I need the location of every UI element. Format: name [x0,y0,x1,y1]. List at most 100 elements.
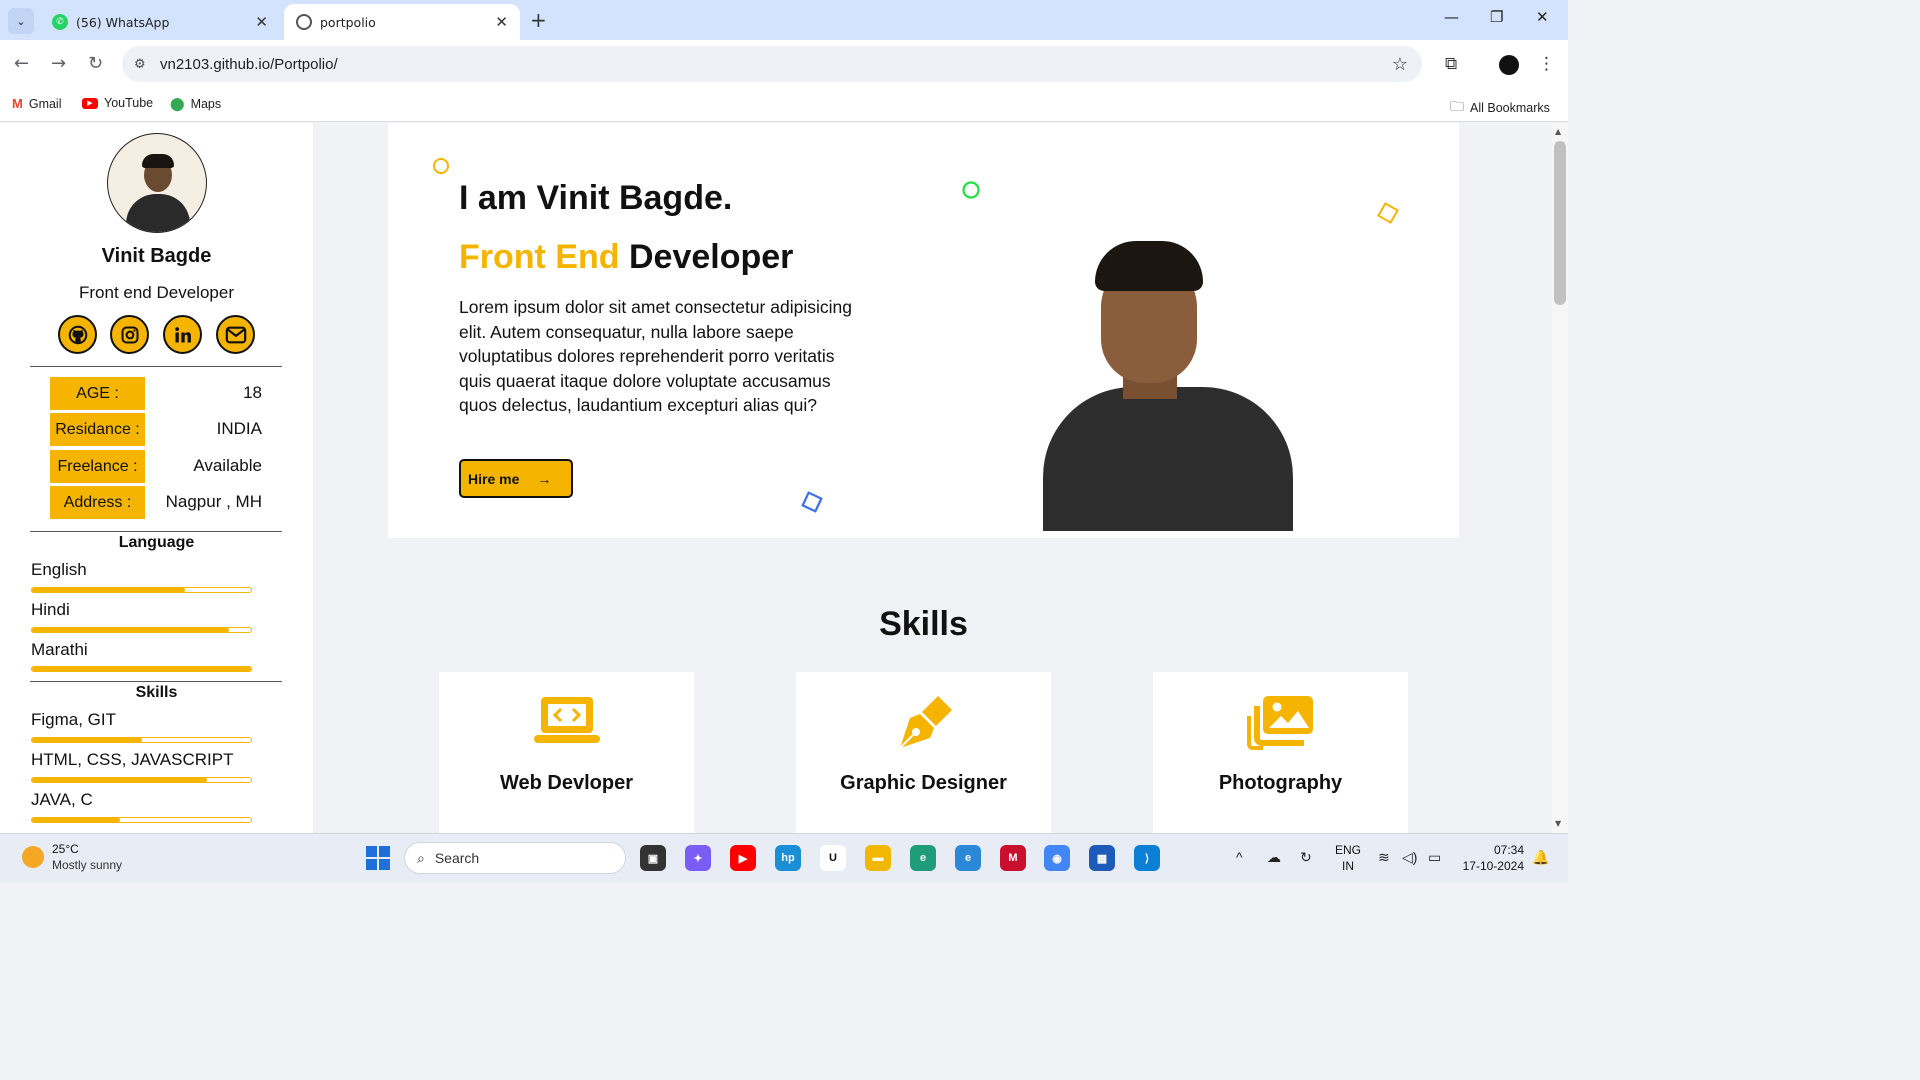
square-decoration [1377,202,1399,224]
myhp-icon[interactable]: hp [775,845,801,871]
chrome-icon[interactable]: ◉ [1044,845,1070,871]
skill-card-label: Graphic Designer [840,772,1007,794]
linkedin-icon[interactable] [163,315,202,354]
battery-icon[interactable]: ▭ [1428,849,1441,866]
vscode-icon[interactable]: ⟩ [1134,845,1160,871]
hero-section: I am Vinit Bagde. Front End Developer Lo… [388,123,1459,538]
profile-avatar[interactable] [1499,55,1519,75]
language-indicator-bottom[interactable]: IN [1334,859,1362,873]
photo-gallery-icon [1153,694,1408,750]
info-row-residance: Residance : INDIA [50,413,262,446]
skill-card-photography: Photography [1153,672,1408,833]
window-close-icon[interactable]: ✕ [1536,8,1549,26]
file-explorer-icon[interactable]: ▬ [865,845,891,871]
scroll-down-icon[interactable]: ▼ [1555,819,1561,828]
language-bar [31,587,252,593]
chevron-up-icon[interactable]: ^ [1236,849,1243,865]
edge-dev-icon[interactable]: e [955,845,981,871]
info-key: Residance : [50,413,145,446]
new-tab-icon[interactable]: + [530,8,547,32]
skill-card-label: Photography [1218,772,1343,794]
skill-card-label: Web Devloper [500,772,633,794]
search-placeholder: Search [434,850,480,866]
reload-icon[interactable]: ↻ [88,53,103,74]
extensions-icon[interactable]: ⧉ [1445,54,1457,74]
url-text: vn2103.github.io/Portpolio/ [160,55,338,73]
u-app-icon[interactable]: U [820,845,846,871]
clock-date[interactable]: 17-10-2024 [1460,859,1524,873]
address-bar[interactable]: ⚙ vn2103.github.io/Portpolio/ ☆ [122,46,1422,82]
folder-icon: 🗀 [1450,98,1464,114]
instagram-icon[interactable] [110,315,149,354]
forward-icon[interactable]: → [51,53,66,74]
tab-strip: ⌄ ✆ (56) WhatsApp ✕ portpolio ✕ + — ❐ ✕ [0,0,1568,40]
language-bar [31,627,252,633]
skill-label: HTML, CSS, JAVASCRIPT [31,750,234,769]
bookmark-youtube[interactable]: ▶ YouTube [82,96,153,110]
restore-icon[interactable]: ❐ [1490,8,1503,26]
weather-temperature[interactable]: 25°C [52,842,79,856]
skills-heading: Skills [135,684,178,701]
taskbar-search[interactable]: ⌕ Search [404,842,626,874]
hire-me-button[interactable]: Hire me → [459,459,573,498]
back-icon[interactable]: ← [14,53,29,74]
close-tab-icon[interactable]: ✕ [255,13,268,31]
bookmark-maps[interactable]: ⬤ Maps [170,96,221,112]
all-bookmarks[interactable]: 🗀 All Bookmarks [1450,96,1550,120]
email-icon[interactable] [216,315,255,354]
edge-icon[interactable]: e [910,845,936,871]
browser-toolbar: ← → ↻ ⚙ vn2103.github.io/Portpolio/ ☆ ⧉ … [0,40,1568,88]
task-view-icon[interactable]: ▣ [640,845,666,871]
scrollbar-thumb[interactable] [1554,141,1566,305]
pen-nib-icon [796,694,1051,750]
language-label: English [31,560,87,579]
close-tab-icon[interactable]: ✕ [495,13,508,31]
divider [30,366,282,367]
scroll-up-icon[interactable]: ▲ [1555,127,1561,136]
site-info-icon[interactable]: ⚙ [134,57,156,72]
bookmark-gmail[interactable]: M Gmail [12,96,62,111]
page-viewport: Vinit Bagde Front end Developer AGE : 18… [0,123,1552,833]
menu-icon[interactable]: ⋮ [1538,54,1555,74]
hero-subheading-accent: Front End [459,238,620,276]
mcafee-icon[interactable]: M [1000,845,1026,871]
hero-subheading: Front End Developer [459,238,793,277]
info-key: AGE : [50,377,145,410]
chevron-down-icon: ⌄ [16,14,26,28]
info-row-age: AGE : 18 [50,377,262,410]
youtube-app-icon[interactable]: ▶ [730,845,756,871]
gmail-icon: M [12,96,23,111]
youtube-icon: ▶ [82,97,98,109]
whatsapp-icon: ✆ [52,14,68,30]
minimize-icon[interactable]: — [1444,8,1459,26]
tab-label: portpolio [320,14,376,30]
tab-portpolio[interactable]: portpolio ✕ [284,4,520,40]
sync-icon[interactable]: ↻ [1300,849,1312,866]
weather-sun-icon[interactable] [22,846,44,868]
tab-whatsapp[interactable]: ✆ (56) WhatsApp ✕ [40,4,280,40]
skill-card-web: Web Devloper [439,672,694,833]
language-label: Hindi [31,600,70,619]
divider [30,531,282,532]
info-key: Address : [50,486,145,519]
notification-bell-icon[interactable]: 🔔 [1532,849,1549,866]
circle-decoration [433,158,449,174]
clock-time[interactable]: 07:34 [1460,843,1524,857]
start-button[interactable] [366,846,390,870]
info-value: Available [193,456,262,475]
skill-label: JAVA, C [31,790,93,809]
wifi-icon[interactable]: ≋ [1378,849,1390,866]
info-value: Nagpur , MH [165,492,262,511]
language-indicator-top[interactable]: ENG [1334,843,1362,857]
store-icon[interactable]: ▦ [1089,845,1115,871]
language-label: Marathi [31,640,88,659]
bookmark-star-icon[interactable]: ☆ [1392,54,1408,75]
copilot-icon[interactable]: ✦ [685,845,711,871]
info-value: INDIA [216,419,262,438]
github-icon[interactable] [58,315,97,354]
language-bar [31,666,252,672]
volume-icon[interactable]: ◁) [1402,849,1417,866]
tab-search-button[interactable]: ⌄ [8,8,34,34]
onedrive-icon[interactable]: ☁ [1267,849,1281,866]
weather-description[interactable]: Mostly sunny [52,858,122,872]
